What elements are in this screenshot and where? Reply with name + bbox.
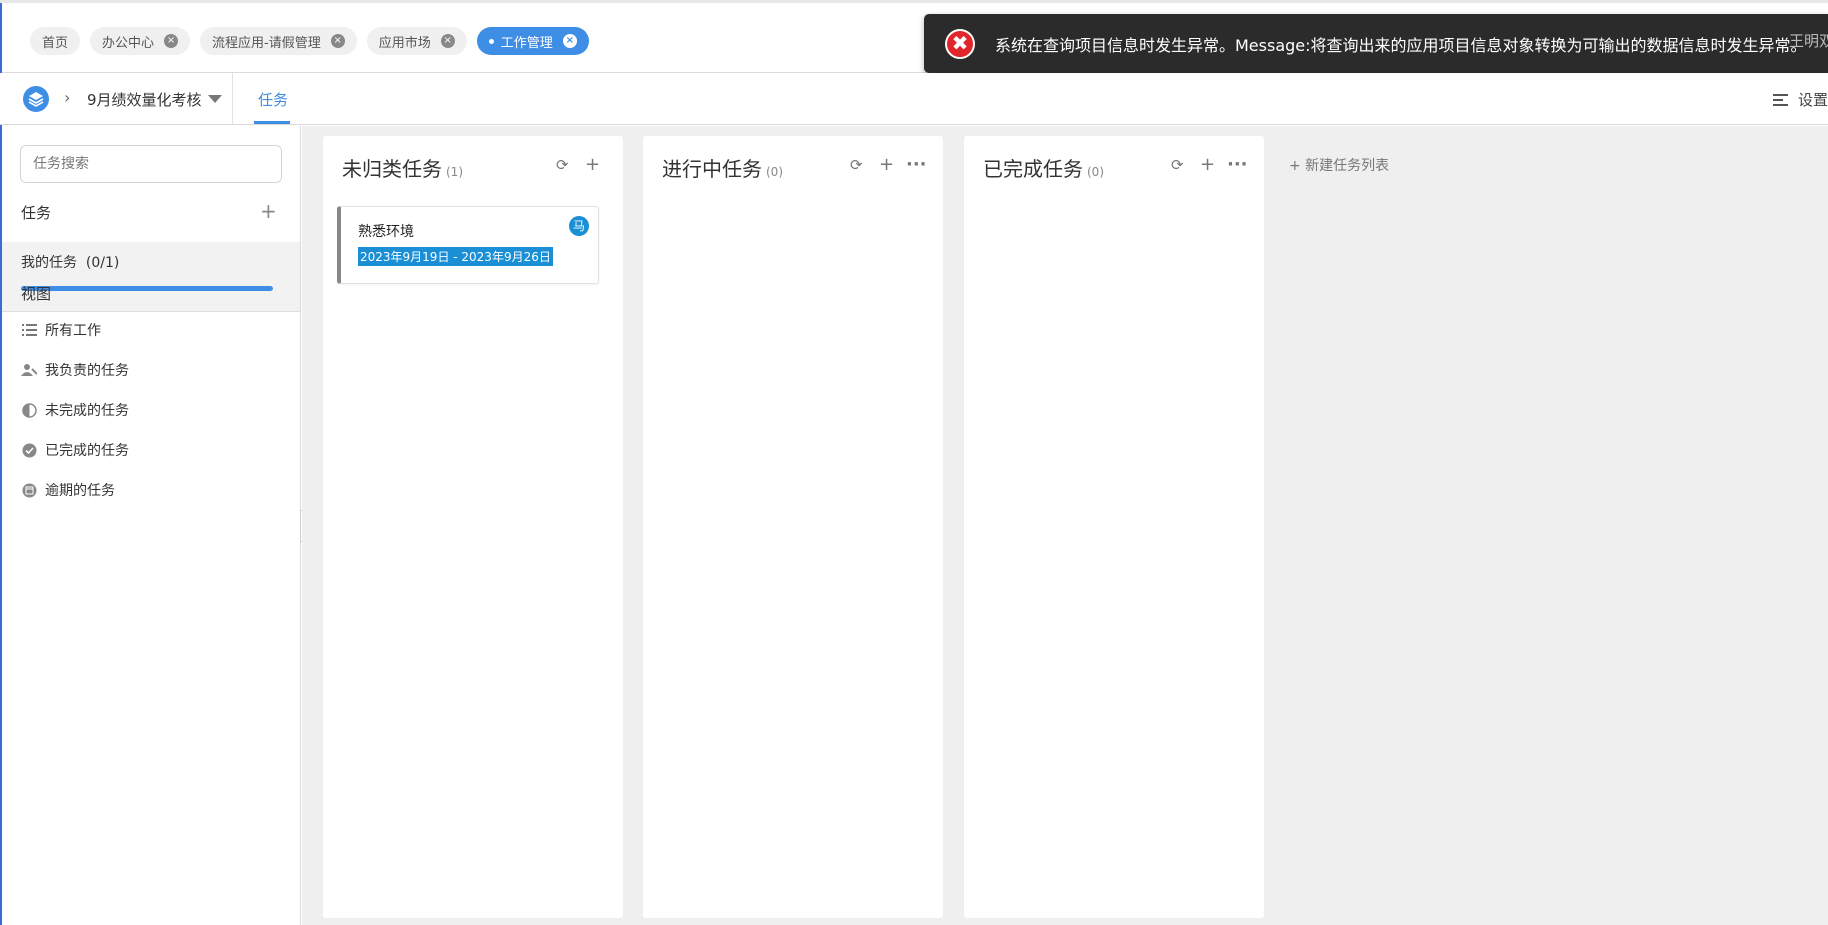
view-all-work[interactable]: 所有工作	[21, 320, 101, 340]
tab-label: 流程应用-请假管理	[212, 35, 321, 51]
view-label: 所有工作	[45, 323, 101, 339]
refresh-icon[interactable]: ⟳	[556, 158, 569, 173]
chevron-right-icon: ›	[64, 88, 71, 107]
tab-tasks[interactable]: 任务	[258, 89, 288, 110]
add-task-button[interactable]: +	[1200, 156, 1215, 174]
view-label: 逾期的任务	[45, 483, 115, 499]
tab-label: 首页	[42, 35, 69, 51]
settings-label: 设置	[1797, 91, 1828, 109]
check-circle-icon	[21, 442, 37, 458]
error-toast[interactable]: ✖ 系统在查询项目信息时发生异常。Message:将查询出来的应用项目信息对象转…	[924, 14, 1828, 73]
tasks-section-title: 任务	[21, 204, 52, 222]
tab-label: 工作管理	[500, 35, 553, 51]
column-title: 未归类任务 (1)	[342, 157, 463, 181]
column-count: (0)	[766, 165, 783, 179]
settings-button[interactable]: 设置	[1772, 89, 1828, 110]
tab-strip: 首页 办公中心 × 流程应用-请假管理 × 应用市场 × 工作管理 ×	[30, 27, 589, 55]
view-completed[interactable]: 已完成的任务	[21, 440, 129, 460]
add-task-button[interactable]: +	[585, 156, 600, 174]
view-label: 我负责的任务	[45, 363, 129, 379]
chevron-down-icon[interactable]	[208, 95, 222, 103]
project-nav-bar: › 9月绩效量化考核 任务 设置	[0, 73, 1828, 125]
more-icon[interactable]: ···	[1227, 156, 1248, 174]
task-card[interactable]: 熟悉环境 2023年9月19日 - 2023年9月26日 马	[337, 206, 599, 284]
task-list-uncategorized: 未归类任务 (1) ⟳ + 熟悉环境 2023年9月19日 - 2023年9月26…	[323, 136, 623, 918]
tab-home[interactable]: 首页	[30, 27, 81, 55]
tab-office-center[interactable]: 办公中心 ×	[90, 27, 191, 55]
tab-label: 办公中心	[102, 35, 155, 51]
half-circle-icon	[21, 402, 37, 418]
close-icon[interactable]: ×	[164, 34, 179, 48]
project-name[interactable]: 9月绩效量化考核	[87, 89, 202, 110]
person-icon	[21, 362, 37, 378]
task-title: 熟悉环境	[358, 224, 414, 240]
sidebar: 任务 + 我的任务 (0/1) 视图 所有工作 我负责的任务 未完成的任务 已完…	[2, 126, 301, 925]
divider	[232, 73, 233, 125]
progress-fill	[21, 286, 273, 291]
more-icon[interactable]: ···	[906, 156, 927, 174]
tab-work-management[interactable]: 工作管理 ×	[476, 27, 589, 55]
my-tasks-label: 我的任务 (0/1)	[21, 255, 120, 271]
error-icon: ✖	[945, 28, 975, 59]
my-tasks-progress-bar	[21, 286, 273, 291]
task-list-in-progress: 进行中任务 (0) ⟳ + ···	[643, 136, 943, 918]
view-incomplete[interactable]: 未完成的任务	[21, 400, 129, 420]
column-title: 已完成任务 (0)	[983, 157, 1104, 181]
refresh-icon[interactable]: ⟳	[850, 158, 863, 173]
close-icon[interactable]: ×	[330, 34, 345, 48]
calendar-icon	[21, 482, 37, 498]
column-title: 进行中任务 (0)	[662, 157, 783, 181]
task-search-input[interactable]	[20, 145, 282, 183]
add-task-button[interactable]: +	[879, 156, 894, 174]
close-icon[interactable]: ×	[440, 34, 455, 48]
column-count: (0)	[1087, 165, 1104, 179]
my-tasks-count: (0/1)	[85, 255, 120, 271]
new-task-list-button[interactable]: + 新建任务列表	[1289, 155, 1389, 175]
username-behind-toast: 王明双	[1788, 32, 1828, 50]
view-label: 未完成的任务	[45, 403, 129, 419]
views-section-title: 视图	[21, 285, 52, 303]
close-icon[interactable]: ×	[562, 34, 577, 48]
task-list-completed: 已完成任务 (0) ⟳ + ···	[964, 136, 1264, 918]
menu-icon	[1772, 93, 1788, 106]
active-dot-icon	[488, 38, 494, 44]
view-label: 已完成的任务	[45, 443, 129, 459]
task-date-range: 2023年9月19日 - 2023年9月26日	[358, 247, 553, 266]
list-icon	[21, 322, 37, 338]
avatar[interactable]: 马	[569, 216, 589, 236]
view-overdue[interactable]: 逾期的任务	[21, 480, 115, 500]
tab-app-market[interactable]: 应用市场 ×	[366, 27, 467, 55]
task-board: 未归类任务 (1) ⟳ + 熟悉环境 2023年9月19日 - 2023年9月26…	[302, 126, 1828, 925]
active-tab-indicator	[254, 121, 290, 124]
tab-leave-management[interactable]: 流程应用-请假管理 ×	[200, 27, 357, 55]
toast-message: 系统在查询项目信息时发生异常。Message:将查询出来的应用项目信息对象转换为…	[995, 35, 1807, 55]
tab-label: 应用市场	[378, 35, 431, 51]
view-my-responsible[interactable]: 我负责的任务	[21, 360, 129, 380]
layers-icon[interactable]	[23, 86, 49, 112]
add-task-button[interactable]: +	[260, 201, 277, 221]
column-count: (1)	[446, 165, 463, 179]
refresh-icon[interactable]: ⟳	[1171, 158, 1184, 173]
